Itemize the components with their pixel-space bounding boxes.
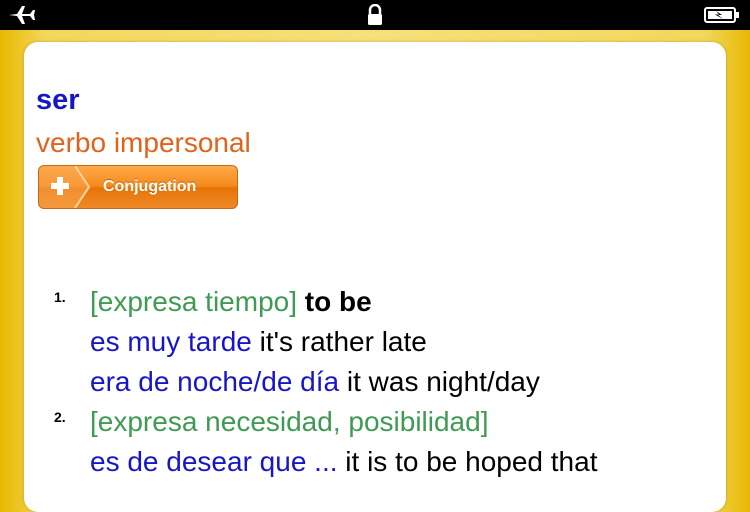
plus-icon [39, 166, 91, 208]
sense-context: [expresa tiempo] [90, 286, 297, 317]
sense-definition: [expresa necesidad, posibilidad] [90, 403, 488, 441]
sense-definition: [expresa tiempo] to be [90, 283, 372, 321]
example-english: it was night/day [346, 366, 540, 397]
lock-icon [362, 0, 388, 30]
airplane-icon [6, 0, 36, 30]
dictionary-entry-card: ser verbo impersonal Conjugation 1. [exp… [24, 42, 726, 512]
example-spanish: es de desear que ... [90, 446, 338, 477]
headword: ser [36, 84, 80, 116]
sense-context: [expresa necesidad, posibilidad] [90, 406, 489, 437]
example: era de noche/de día it was night/day [90, 363, 540, 401]
status-bar [0, 0, 750, 30]
sense-number: 2. [54, 409, 66, 425]
battery-icon [702, 0, 742, 30]
example: es de desear que ... it is to be hoped t… [90, 443, 597, 481]
example-english: it is to be hoped that [345, 446, 598, 477]
sense-number: 1. [54, 289, 66, 305]
example-spanish: es muy tarde [90, 326, 252, 357]
sense-translation: to be [304, 286, 372, 317]
example-spanish: era de noche/de día [90, 366, 340, 397]
example: es muy tarde it's rather late [90, 323, 427, 361]
conjugation-label: Conjugation [103, 178, 197, 195]
conjugation-button[interactable]: Conjugation [38, 165, 238, 209]
part-of-speech: verbo impersonal [36, 127, 251, 158]
example-english: it's rather late [259, 326, 427, 357]
